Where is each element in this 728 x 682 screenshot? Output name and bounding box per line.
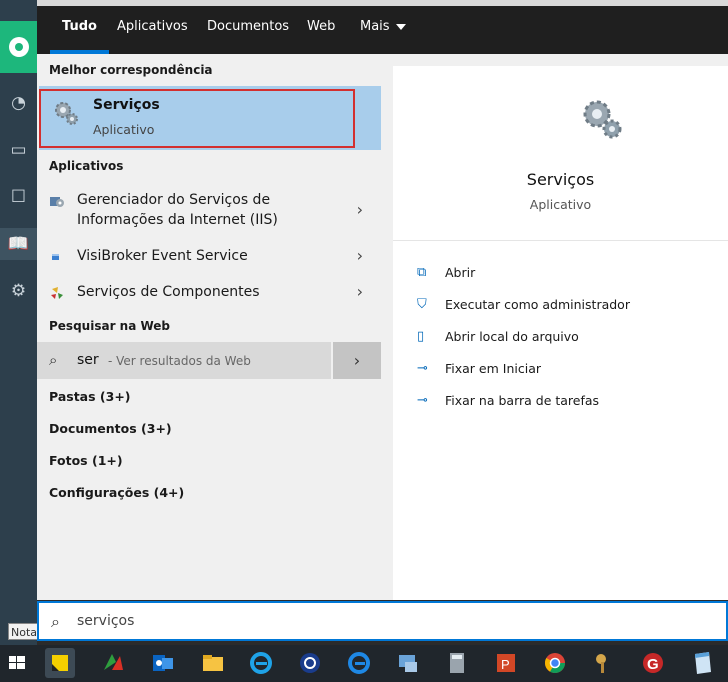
category-documentos[interactable]: Documentos (3+)	[49, 421, 172, 436]
chevron-right-icon[interactable]: ›	[357, 282, 363, 301]
open-icon: ⧉	[417, 265, 427, 280]
action-label: Executar como administrador	[445, 297, 630, 312]
apps-heading: Aplicativos	[49, 159, 124, 173]
list-item-label: VisiBroker Event Service	[77, 248, 248, 264]
web-search-heading: Pesquisar na Web	[49, 319, 171, 333]
category-fotos[interactable]: Fotos (1+)	[49, 453, 123, 468]
tab-web[interactable]: Web	[307, 6, 335, 54]
side-rail: ◔ ▭ ☐ 📖 ⚙	[0, 0, 37, 650]
preview-subtitle: Aplicativo	[529, 197, 592, 212]
web-search-arrow-button[interactable]: ›	[333, 342, 381, 379]
action-label: Abrir local do arquivo	[445, 329, 579, 344]
category-pastas[interactable]: Pastas (3+)	[49, 389, 131, 404]
settings-gear-icon[interactable]: ⚙	[0, 275, 37, 307]
ticket-icon[interactable]: ▭	[0, 134, 37, 166]
tab-mais[interactable]: Mais	[360, 6, 406, 54]
network-app-icon[interactable]	[393, 648, 423, 678]
file-location-icon: ▯	[417, 329, 425, 344]
list-item-label: Serviços de Componentes	[77, 284, 260, 300]
tab-mais-label: Mais	[360, 19, 390, 34]
action-label: Abrir	[445, 265, 476, 280]
chevron-right-icon: ›	[353, 351, 361, 370]
chevron-right-icon[interactable]: ›	[357, 246, 363, 265]
file-explorer-icon[interactable]	[198, 648, 228, 678]
web-search-hint: - Ver resultados da Web	[108, 354, 251, 368]
svg-text:G: G	[647, 656, 659, 673]
svg-text:P: P	[501, 657, 510, 672]
web-search-query: ser	[77, 352, 99, 368]
action-label: Fixar em Iniciar	[445, 361, 541, 376]
app-circle-icon[interactable]	[295, 648, 325, 678]
app-g-icon[interactable]: G	[638, 648, 668, 678]
preview-pane: Serviços Aplicativo ⧉ Abrir ⛉ Executar c…	[381, 54, 728, 600]
tab-aplicativos[interactable]: Aplicativos	[117, 6, 188, 54]
tab-tudo[interactable]: Tudo	[50, 6, 109, 54]
chevron-right-icon[interactable]: ›	[357, 200, 363, 219]
sticky-notes-icon[interactable]	[45, 648, 75, 678]
search-tabs: Tudo Aplicativos Documentos Web Mais	[37, 6, 728, 54]
pin-icon: ⊸	[417, 361, 428, 376]
outlook-icon[interactable]	[148, 648, 178, 678]
preview-title: Serviços	[526, 170, 595, 189]
divider	[393, 240, 728, 241]
keys-icon[interactable]	[589, 648, 619, 678]
search-icon: ⌕	[49, 351, 58, 369]
best-match-heading: Melhor correspondência	[49, 63, 213, 77]
tooltip-nota: Nota	[8, 623, 38, 640]
calculator-icon[interactable]	[442, 648, 472, 678]
preview-card: Serviços Aplicativo ⧉ Abrir ⛉ Executar c…	[393, 66, 728, 600]
windows-start-icon[interactable]	[2, 648, 32, 678]
web-search-field[interactable]: ⌕ ser - Ver resultados da Web	[37, 342, 331, 379]
contact-icon[interactable]: ☐	[0, 181, 37, 213]
visibroker-icon	[52, 254, 59, 260]
list-item[interactable]: VisiBroker Event Service ›	[37, 246, 381, 270]
component-services-icon	[51, 287, 63, 299]
category-configuracoes[interactable]: Configurações (4+)	[49, 485, 184, 500]
web-search-row[interactable]: ⌕ ser - Ver resultados da Web ›	[37, 342, 381, 379]
shield-icon: ⛉	[417, 297, 427, 312]
action-label: Fixar na barra de tarefas	[445, 393, 600, 408]
taskbar: P G	[0, 645, 728, 682]
search-input[interactable]: serviços	[77, 613, 134, 629]
notepad-icon[interactable]	[687, 648, 717, 678]
search-icon: ⌕	[51, 612, 60, 631]
edge-icon[interactable]	[344, 648, 374, 678]
iis-manager-icon	[50, 197, 64, 207]
book-icon[interactable]: 📖	[0, 228, 37, 260]
app-logo-icon[interactable]	[0, 21, 37, 73]
app-icon[interactable]	[98, 648, 128, 678]
list-item-label: Gerenciador do Serviços de Informações d…	[77, 192, 278, 228]
list-item[interactable]: Gerenciador do Serviços de Informações d…	[37, 190, 381, 234]
dashboard-icon[interactable]: ◔	[0, 87, 37, 119]
powerpoint-icon[interactable]: P	[491, 648, 521, 678]
services-gear-icon	[583, 100, 622, 139]
highlight-outline	[39, 89, 355, 148]
internet-explorer-icon[interactable]	[246, 648, 276, 678]
chrome-icon[interactable]	[540, 648, 570, 678]
list-item[interactable]: Serviços de Componentes ›	[37, 282, 381, 306]
chevron-down-icon	[395, 23, 406, 30]
tab-documentos[interactable]: Documentos	[207, 6, 289, 54]
search-box[interactable]: ⌕ serviços	[37, 601, 728, 641]
pin-icon: ⊸	[417, 393, 428, 408]
